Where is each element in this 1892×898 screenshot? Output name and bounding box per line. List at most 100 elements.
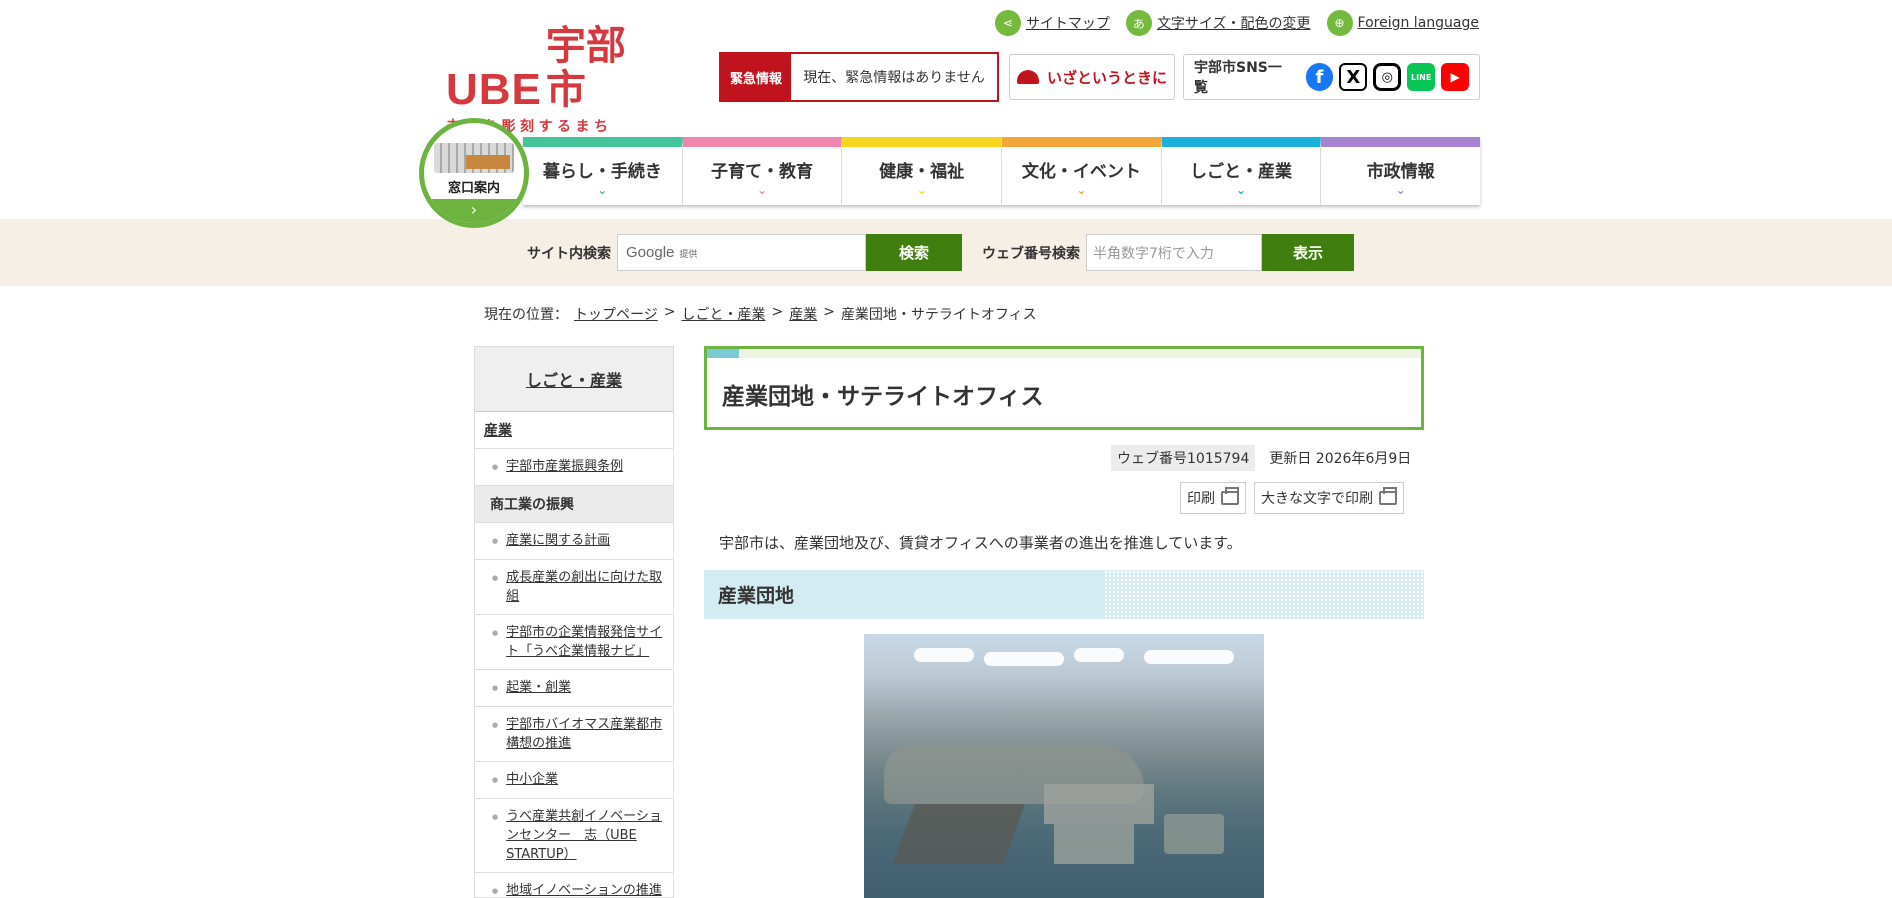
nav-label: しごと・産業 [1190,161,1293,182]
sidebar-heading-link[interactable]: しごと・産業 [526,367,622,391]
sidebar-link[interactable]: 起業・創業 [506,678,571,698]
nav-label: 市政情報 [1366,161,1435,182]
sidebar-link[interactable]: 宇部市産業振興条例 [506,457,623,477]
nav-label: 健康・福祉 [879,161,965,182]
sidebar-link[interactable]: 中小企業 [506,770,558,790]
global-nav: 暮らし・手続き ⌄ 子育て・教育 ⌄ 健康・福祉 ⌄ 文化・イベント ⌄ しごと… [523,137,1481,205]
facebook-icon[interactable]: f [1305,63,1334,91]
sidebar-link[interactable]: うべ産業共創イノベーションセンター 志（UBE STARTUP） [506,807,665,864]
site-search-input[interactable]: Google 提供 [617,234,866,271]
chevron-right-icon: › [424,199,524,223]
emergency-text: 現在、緊急情報はありません [803,70,985,86]
breadcrumb-prefix: 現在の位置： [484,307,568,323]
share-icon: ⋖ [994,10,1021,36]
nav-item-work[interactable]: しごと・産業 ⌄ [1161,137,1322,205]
page-title: 産業団地・サテライトオフィス [722,384,1044,410]
sidebar-item: うべ産業共創イノベーションセンター 志（UBE STARTUP） [475,799,673,873]
emergency-info-box[interactable]: 緊急情報 現在、緊急情報はありません [719,52,999,102]
web-number-input[interactable]: 半角数字7桁で入力 [1086,234,1262,271]
nav-item-childcare[interactable]: 子育て・教育 ⌄ [682,137,843,205]
globe-icon: ⊕ [1326,10,1353,36]
search-band: サイト内検索 Google 提供 検索 ウェブ番号検索 半角数字7桁で入力 表示 [0,219,1892,286]
sidebar-link[interactable]: 成長産業の創出に向けた取組 [506,568,665,606]
sidebar-link[interactable]: 宇部市バイオマス産業都市構想の推進 [506,715,665,753]
sidebar-link[interactable]: 地域イノベーションの推進 [506,881,662,897]
web-number-label: ウェブ番号検索 [982,245,1080,262]
breadcrumb-sep: > [823,304,835,320]
instagram-icon[interactable]: ◎ [1373,63,1402,91]
title-accent-block [707,349,739,358]
foreign-language-link[interactable]: ⊕ Foreign language [1326,10,1479,36]
search-button[interactable]: 検索 [866,234,962,271]
foreign-language-label[interactable]: Foreign language [1358,15,1479,31]
nav-label: 子育て・教育 [711,161,813,182]
print-button[interactable]: 印刷 [1180,482,1246,514]
breadcrumb-work[interactable]: しごと・産業 [681,304,765,324]
breadcrumb-home[interactable]: トップページ [574,304,658,324]
printer-icon [1221,487,1239,505]
sidebar-link[interactable]: 宇部市の企業情報発信サイト「うべ企業情報ナビ」 [506,623,665,661]
sidebar-subcategory: 商工業の振興 [475,486,673,523]
industrial-park-aerial-photo [864,634,1264,898]
emergency-guide-button[interactable]: いざというときに [1009,54,1175,100]
page-title-box: 産業団地・サテライトオフィス [704,346,1424,430]
sidebar-item: 地域イノベーションの推進 [475,873,673,897]
updated-date: 更新日 2026年6月9日 [1269,451,1412,467]
chevron-down-icon: ⌄ [916,182,927,197]
siren-icon [1016,70,1039,84]
sidebar-item: 起業・創業 [475,670,673,707]
print-large-label: 大きな文字で印刷 [1261,491,1373,507]
breadcrumb-current: 産業団地・サテライトオフィス [840,307,1037,323]
sidebar-category-link[interactable]: 産業 [484,423,512,439]
emergency-guide-label: いざというときに [1046,68,1167,87]
breadcrumb-sep: > [771,304,784,320]
sns-box: 宇部市SNS一覧 f X ◎ LINE ▶ [1183,54,1480,100]
sns-label: 宇部市SNS一覧 [1194,60,1282,96]
sidebar-item: 成長産業の創出に向けた取組 [475,560,673,615]
sidebar-item: 宇部市産業振興条例 [475,449,673,486]
intro-text: 宇部市は、産業団地及び、賃貸オフィスへの事業者の進出を推進しています。 [719,534,1242,552]
font-size-link[interactable]: あ 文字サイズ・配色の変更 [1125,10,1311,36]
emergency-label: 緊急情報 [721,54,791,100]
sitemap-label[interactable]: サイトマップ [1026,13,1110,33]
font-size-icon: あ [1125,10,1152,36]
print-label: 印刷 [1187,491,1215,507]
print-large-button[interactable]: 大きな文字で印刷 [1254,482,1404,514]
chevron-down-icon: ⌄ [756,182,768,197]
nav-item-health[interactable]: 健康・福祉 ⌄ [842,137,1003,205]
breadcrumb-industry[interactable]: 産業 [789,304,817,324]
site-search-label: サイト内検索 [527,245,611,262]
chevron-down-icon: ⌄ [597,182,608,197]
logo-ube-text: UBE [446,65,542,114]
utility-links: ⋖ サイトマップ あ 文字サイズ・配色の変更 ⊕ Foreign languag… [994,10,1479,36]
sidebar-link[interactable]: 産業に関する計画 [506,531,610,551]
printer-icon [1379,487,1397,505]
sitemap-link[interactable]: ⋖ サイトマップ [994,10,1110,36]
font-size-label[interactable]: 文字サイズ・配色の変更 [1157,13,1311,33]
line-icon[interactable]: LINE [1407,63,1436,91]
page-meta: ウェブ番号1015794 更新日 2026年6月9日 [1111,445,1411,471]
google-text: Google [626,244,675,261]
nav-item-culture[interactable]: 文化・イベント ⌄ [1002,137,1162,205]
section-heading-text: 産業団地 [718,585,795,607]
window-guide-label: 窓口案内 [447,181,500,196]
sidebar-item: 宇部市バイオマス産業都市構想の推進 [475,707,673,762]
sidebar-item: 中小企業 [475,762,673,799]
show-button[interactable]: 表示 [1262,234,1354,271]
youtube-icon[interactable]: ▶ [1441,63,1469,91]
sidebar-item: 産業に関する計画 [475,523,673,560]
section-heading: 産業団地 [704,570,1424,619]
sidebar-category: 産業 [475,412,673,449]
title-accent-bar [707,349,1421,358]
sidebar-heading: しごと・産業 [475,347,673,412]
nav-label: 暮らし・手続き [542,161,662,182]
print-buttons: 印刷 大きな文字で印刷 [1180,482,1404,514]
x-icon[interactable]: X [1339,63,1368,91]
window-guide-button[interactable]: 窓口案内 › [419,118,529,228]
nav-item-government[interactable]: 市政情報 ⌄ [1321,137,1481,205]
web-number: ウェブ番号1015794 [1111,445,1256,471]
city-logo[interactable]: UBE 宇部市 未来を彫刻するまち [446,24,636,135]
chevron-down-icon: ⌄ [1395,182,1406,197]
sidebar: しごと・産業 産業 宇部市産業振興条例 商工業の振興 産業に関する計画 成長産業… [474,346,674,898]
nav-item-living[interactable]: 暮らし・手続き ⌄ [523,137,683,205]
